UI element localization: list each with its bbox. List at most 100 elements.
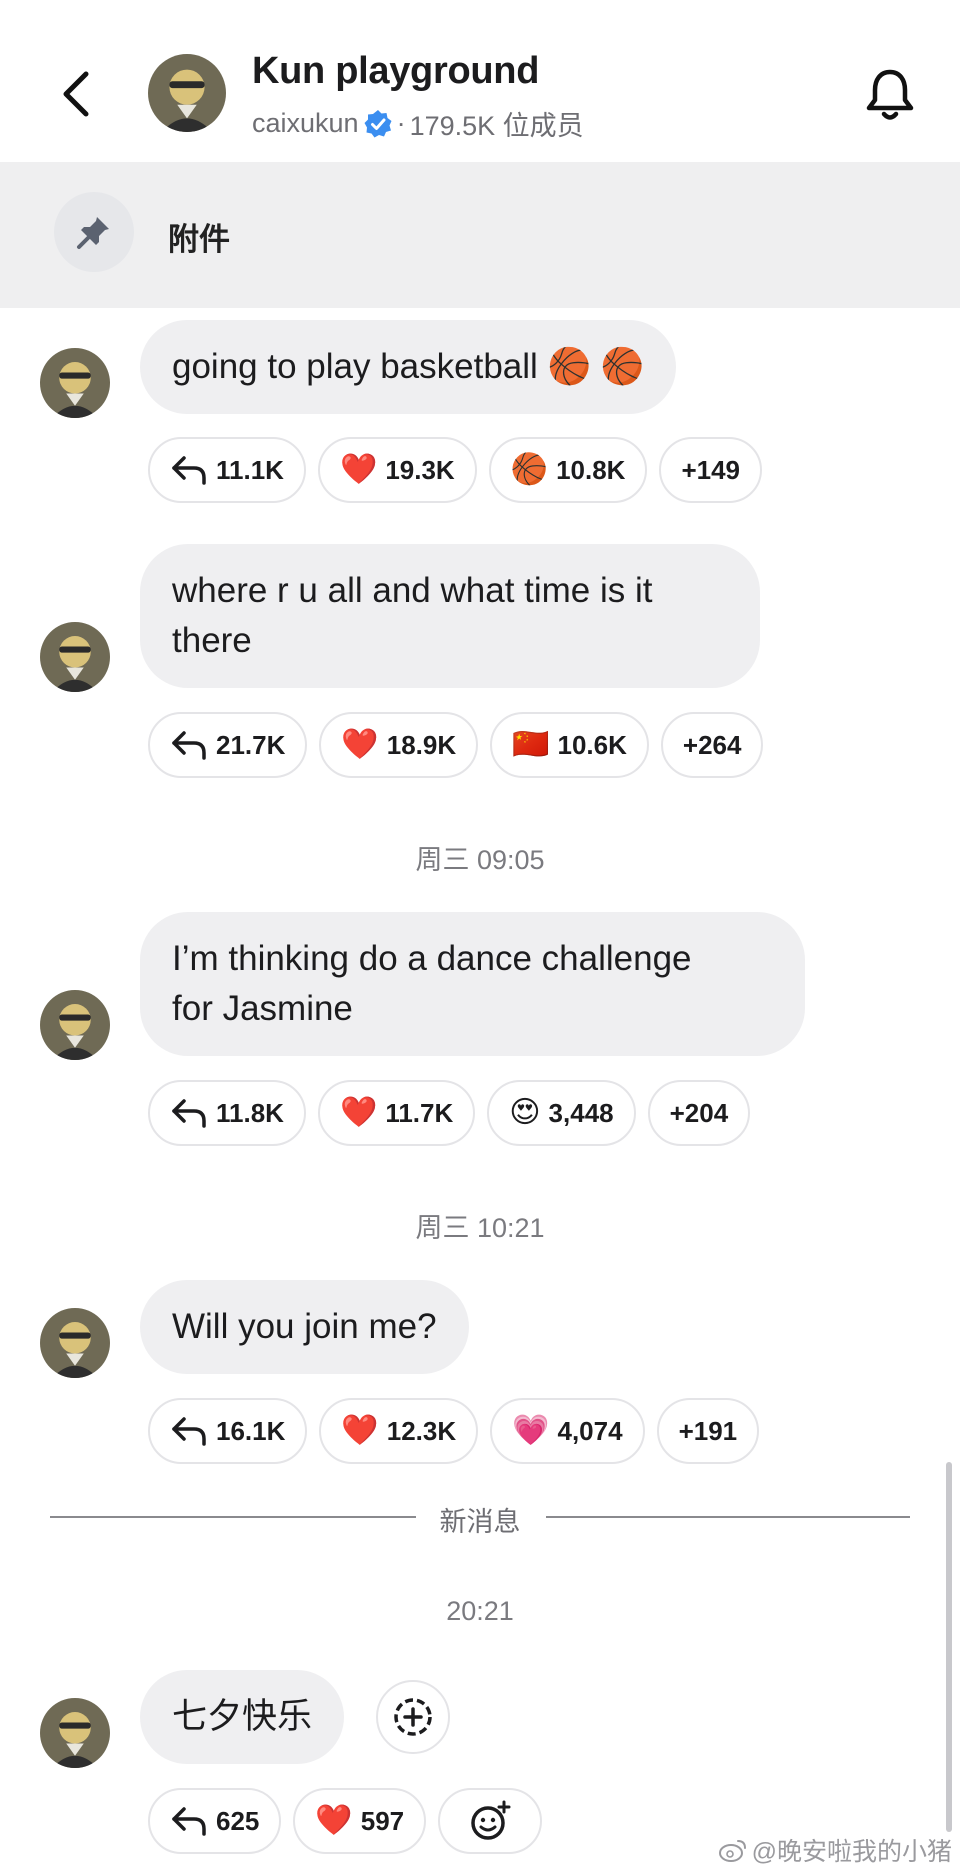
reply-icon	[172, 1417, 206, 1446]
pin-badge	[54, 192, 134, 272]
reply-count: 11.8K	[216, 1097, 284, 1128]
reply-count-chip[interactable]: 11.1K	[148, 437, 306, 503]
back-button[interactable]	[58, 64, 98, 124]
weibo-logo-icon	[718, 1840, 746, 1862]
more-reactions-count: +204	[669, 1097, 729, 1128]
add-reaction-inline-button[interactable]	[376, 1680, 450, 1754]
channel-header: Kun playground caixukun · 179.5K 位成员	[0, 0, 960, 162]
reply-count: 11.1K	[216, 454, 284, 485]
heart-emoji-icon: ❤️	[339, 453, 378, 486]
message-bubble[interactable]: going to play basketball 🏀 🏀	[140, 320, 677, 414]
pink-heart-emoji-icon: 💗	[512, 1414, 550, 1447]
more-reactions-chip[interactable]: +204	[647, 1080, 751, 1146]
add-reaction-icon	[471, 1800, 511, 1840]
subtitle-separator: ·	[396, 108, 406, 138]
sender-avatar[interactable]	[40, 1698, 110, 1768]
new-messages-line-right	[546, 1516, 910, 1518]
reply-count: 21.7K	[216, 729, 286, 760]
reply-icon	[172, 731, 206, 760]
reaction-chip-heart[interactable]: ❤️ 19.3K	[317, 437, 477, 503]
message-text-line: I’m thinking do a dance challenge	[172, 939, 692, 978]
verified-badge-icon	[364, 109, 392, 137]
more-reactions-count: +264	[682, 729, 742, 760]
reaction-chip-heart[interactable]: ❤️ 597	[293, 1788, 427, 1854]
reaction-chip-heart[interactable]: ❤️ 18.9K	[319, 712, 479, 778]
watermark: @晚安啦我的小猪	[718, 1832, 952, 1868]
reply-count: 16.1K	[216, 1415, 286, 1446]
reaction-count: 19.3K	[385, 454, 455, 485]
reaction-chip-heart[interactable]: ❤️ 11.7K	[317, 1080, 476, 1146]
reply-count-chip[interactable]: 21.7K	[148, 712, 308, 778]
avatar-image	[40, 990, 110, 1060]
avatar-image	[148, 54, 226, 132]
channel-title: Kun playground	[252, 50, 540, 92]
reply-count-chip[interactable]: 16.1K	[148, 1398, 308, 1464]
reaction-count: 18.9K	[386, 729, 457, 760]
reaction-chip-heart[interactable]: ❤️ 12.3K	[319, 1398, 479, 1464]
reaction-chip-china-flag[interactable]: 🇨🇳 10.6K	[490, 712, 649, 778]
reaction-count: 12.3K	[386, 1415, 457, 1446]
bell-icon	[866, 69, 914, 120]
reply-icon	[172, 1099, 206, 1128]
heart-emoji-icon: ❤️	[315, 1804, 353, 1837]
message-bubble[interactable]: 七夕快乐	[140, 1670, 345, 1764]
heart-emoji-icon: ❤️	[339, 1096, 378, 1129]
avatar-image	[40, 1308, 110, 1378]
reply-icon	[172, 1807, 206, 1836]
channel-subtitle: caixukun · 179.5K 位成员	[252, 104, 584, 143]
timestamp-divider: 20:21	[446, 1596, 514, 1626]
channel-username: caixukun	[252, 108, 359, 138]
reaction-count: 11.7K	[385, 1097, 454, 1128]
heart-emoji-icon: ❤️	[341, 728, 379, 761]
more-reactions-chip[interactable]: +191	[656, 1398, 760, 1464]
channel-avatar[interactable]	[148, 54, 226, 132]
basketball-emoji-icon: 🏀	[510, 453, 549, 486]
more-reactions-chip[interactable]: +264	[660, 712, 764, 778]
reply-icon	[172, 456, 206, 485]
scrollbar-thumb[interactable]	[946, 1462, 952, 1832]
reaction-chip-heart-eyes[interactable]: 😍 3,448	[487, 1080, 636, 1146]
heart-eyes-emoji-icon: 😍	[509, 1096, 541, 1129]
more-reactions-count: +149	[681, 454, 741, 485]
timestamp-divider: 周三 09:05	[415, 845, 545, 875]
reaction-chip-basketball[interactable]: 🏀 10.8K	[488, 437, 648, 503]
reaction-count: 3,448	[548, 1097, 614, 1128]
reaction-count: 597	[360, 1805, 405, 1836]
notification-button[interactable]	[862, 64, 918, 124]
sender-avatar[interactable]	[40, 1308, 110, 1378]
avatar-image	[40, 622, 110, 692]
pin-icon	[77, 217, 109, 249]
reply-count-chip[interactable]: 11.8K	[148, 1080, 306, 1146]
reaction-row: 16.1K ❤️ 12.3K 💗 4,074 +191	[148, 1398, 760, 1464]
timestamp-divider: 周三 10:21	[415, 1213, 545, 1243]
reaction-row: 21.7K ❤️ 18.9K 🇨🇳 10.6K +264	[148, 712, 764, 778]
reply-count-chip[interactable]: 625	[148, 1788, 282, 1854]
message-text-line: there	[172, 621, 252, 660]
reaction-count: 4,074	[557, 1415, 623, 1446]
watermark-text: @晚安啦我的小猪	[751, 1838, 952, 1866]
add-circle-icon	[394, 1698, 432, 1736]
add-reaction-button[interactable]	[438, 1788, 543, 1854]
message-text-line: for Jasmine	[172, 989, 353, 1028]
pinned-label: 附件	[168, 222, 230, 257]
reaction-row: 625 ❤️ 597	[148, 1788, 543, 1854]
pinned-attachments-bar[interactable]: 附件	[0, 162, 960, 308]
sender-avatar[interactable]	[40, 348, 110, 418]
message-bubble[interactable]: I’m thinking do a dance challenge for Ja…	[140, 912, 805, 1056]
member-count: 179.5K 位成员	[409, 111, 584, 141]
message-bubble[interactable]: Will you join me?	[140, 1280, 469, 1374]
message-text-line: where r u all and what time is it	[172, 571, 653, 610]
more-reactions-chip[interactable]: +149	[659, 437, 763, 503]
reaction-chip-pink-heart[interactable]: 💗 4,074	[490, 1398, 645, 1464]
heart-emoji-icon: ❤️	[341, 1414, 379, 1447]
message-bubble[interactable]: where r u all and what time is it there	[140, 544, 760, 688]
reaction-row: 11.8K ❤️ 11.7K 😍 3,448 +204	[148, 1080, 751, 1146]
avatar-image	[40, 348, 110, 418]
reaction-row: 11.1K ❤️ 19.3K 🏀 10.8K +149	[148, 437, 763, 503]
sender-avatar[interactable]	[40, 622, 110, 692]
more-reactions-count: +191	[678, 1415, 738, 1446]
new-messages-label: 新消息	[439, 1507, 521, 1537]
china-flag-emoji-icon: 🇨🇳	[512, 728, 550, 761]
sender-avatar[interactable]	[40, 990, 110, 1060]
reaction-count: 10.6K	[557, 729, 627, 760]
